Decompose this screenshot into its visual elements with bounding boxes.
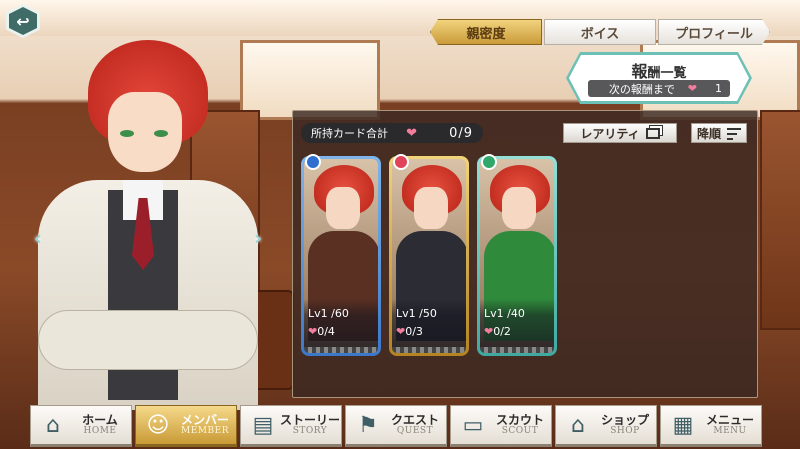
character-eye [120, 130, 134, 137]
next-reward-label: 次の報酬まで [608, 82, 675, 96]
nav-label-jp: メンバー [180, 412, 229, 427]
card-frame-bottom [392, 347, 466, 353]
bottom-navigation: ⌂ ホーム HOME ☺ メンバー MEMBER ▤ ストーリー STORY ⚑ クエスト QUEST… [30, 405, 774, 449]
card-face [326, 187, 360, 229]
nav-quest[interactable]: ⚑ クエスト QUEST [345, 405, 447, 447]
character-portrait [28, 30, 268, 410]
signpost-icon: ⚑ [358, 412, 378, 438]
nav-label-jp: クエスト [390, 412, 439, 427]
order-sort-button[interactable]: 降順 [691, 123, 747, 143]
card-affection: ❤0/2 [484, 325, 550, 338]
card-face [502, 187, 536, 229]
bus-icon: ▭ [462, 412, 484, 438]
rarity-icon [645, 127, 660, 139]
rewards-title: 報酬一覧 [566, 58, 752, 82]
book-icon: ▤ [252, 412, 274, 438]
nav-label: メニュー MENU [699, 414, 761, 436]
card-affection-value: 0/2 [493, 325, 511, 338]
character-face [108, 92, 182, 172]
rarity-sort-button[interactable]: レアリティ [563, 123, 677, 143]
card-affection: ❤0/3 [396, 325, 462, 338]
nav-label-en: HOME [83, 425, 117, 436]
heart-icon: ❤ [687, 82, 697, 95]
card-face [414, 187, 448, 229]
character-eye [154, 130, 168, 137]
owned-cards-value: 0/9 [449, 125, 473, 141]
nav-label-jp: ストーリー [279, 412, 340, 427]
nav-label: スカウト SCOUT [489, 414, 551, 436]
wall-panel [760, 110, 800, 330]
rarity-sort-label: レアリティ [580, 126, 640, 141]
member-card[interactable]: Lv1 /60 ❤0/4 [301, 154, 381, 356]
card-frame-bottom [480, 347, 554, 353]
nav-label: ショップ SHOP [594, 414, 656, 436]
nav-shop[interactable]: ⌂ ショップ SHOP [555, 405, 657, 447]
card-affection: ❤0/4 [308, 325, 374, 338]
card-level: Lv1 /50 [396, 307, 437, 320]
card-collection-panel: 所持カード合計 ❤ 0/9 レアリティ 降順 Lv1 /60 ❤0/4 Lv1 /5… [292, 110, 758, 398]
character-arms [38, 310, 258, 370]
nav-label-jp: ショップ [600, 412, 649, 427]
nav-home[interactable]: ⌂ ホーム HOME [30, 405, 132, 447]
detail-tabs: 親密度 ボイス プロフィール [430, 19, 772, 45]
nav-label-jp: ホーム [82, 412, 118, 427]
back-arrow-icon: ↩ [16, 11, 30, 31]
heart-icon: ❤ [396, 325, 406, 338]
card-affection-value: 0/4 [317, 325, 335, 338]
grid-icon: ▦ [672, 412, 694, 438]
nav-story[interactable]: ▤ ストーリー STORY [240, 405, 342, 447]
nav-label-en: MEMBER [181, 425, 229, 436]
next-reward-value: 1 [715, 82, 722, 95]
nav-menu[interactable]: ▦ メニュー MENU [660, 405, 762, 447]
nav-label-en: QUEST [396, 425, 434, 436]
members-icon: ☺ [146, 412, 170, 438]
attribute-icon [393, 154, 409, 170]
tab-affinity[interactable]: 親密度 [430, 19, 542, 45]
card-stats: Lv1 /50 ❤0/3 [392, 299, 466, 353]
heart-icon: ❤ [308, 325, 318, 338]
prev-character-arrow-icon[interactable]: ‹ [30, 226, 46, 250]
attribute-icon [481, 154, 497, 170]
owned-cards-label: 所持カード合計 [311, 127, 388, 140]
member-card[interactable]: Lv1 /50 ❤0/3 [389, 154, 469, 356]
rewards-list-button[interactable]: 報酬一覧 次の報酬まで ❤ 1 [566, 52, 752, 104]
sort-lines-icon [727, 127, 741, 140]
nav-label-en: MENU [713, 425, 747, 436]
shop-icon: ⌂ [571, 412, 585, 438]
nav-label: クエスト QUEST [384, 414, 446, 436]
attribute-icon [305, 154, 321, 170]
nav-label-en: SHOP [610, 425, 640, 436]
card-level: Lv1 /40 [484, 307, 525, 320]
rewards-title-big: 報 [631, 62, 648, 81]
card-stats: Lv1 /40 ❤0/2 [480, 299, 554, 353]
owned-cards-bar: 所持カード合計 ❤ 0/9 [301, 123, 483, 143]
nav-label: ストーリー STORY [279, 414, 341, 436]
nav-label-en: SCOUT [501, 425, 539, 436]
nav-label: メンバー MEMBER [174, 414, 236, 436]
heart-icon: ❤ [406, 125, 418, 141]
order-sort-label: 降順 [696, 126, 721, 141]
nav-scout[interactable]: ▭ スカウト SCOUT [450, 405, 552, 447]
card-frame-bottom [304, 347, 378, 353]
card-level: Lv1 /60 [308, 307, 349, 320]
tab-profile[interactable]: プロフィール [658, 19, 770, 45]
nav-label-en: STORY [292, 425, 328, 436]
next-reward-bar: 次の報酬まで ❤ 1 [588, 80, 730, 97]
home-icon: ⌂ [46, 412, 60, 438]
card-affection-value: 0/3 [405, 325, 423, 338]
nav-label-jp: メニュー [705, 412, 754, 427]
nav-label: ホーム HOME [69, 414, 131, 436]
nav-label-jp: スカウト [495, 412, 544, 427]
nav-member[interactable]: ☺ メンバー MEMBER [135, 405, 237, 447]
heart-icon: ❤ [484, 325, 494, 338]
card-stats: Lv1 /60 ❤0/4 [304, 299, 378, 353]
member-card[interactable]: Lv1 /40 ❤0/2 [477, 154, 557, 356]
next-character-arrow-icon[interactable]: › [250, 226, 266, 250]
tab-voice[interactable]: ボイス [544, 19, 656, 45]
rewards-title-rest: 酬一覧 [647, 66, 687, 81]
